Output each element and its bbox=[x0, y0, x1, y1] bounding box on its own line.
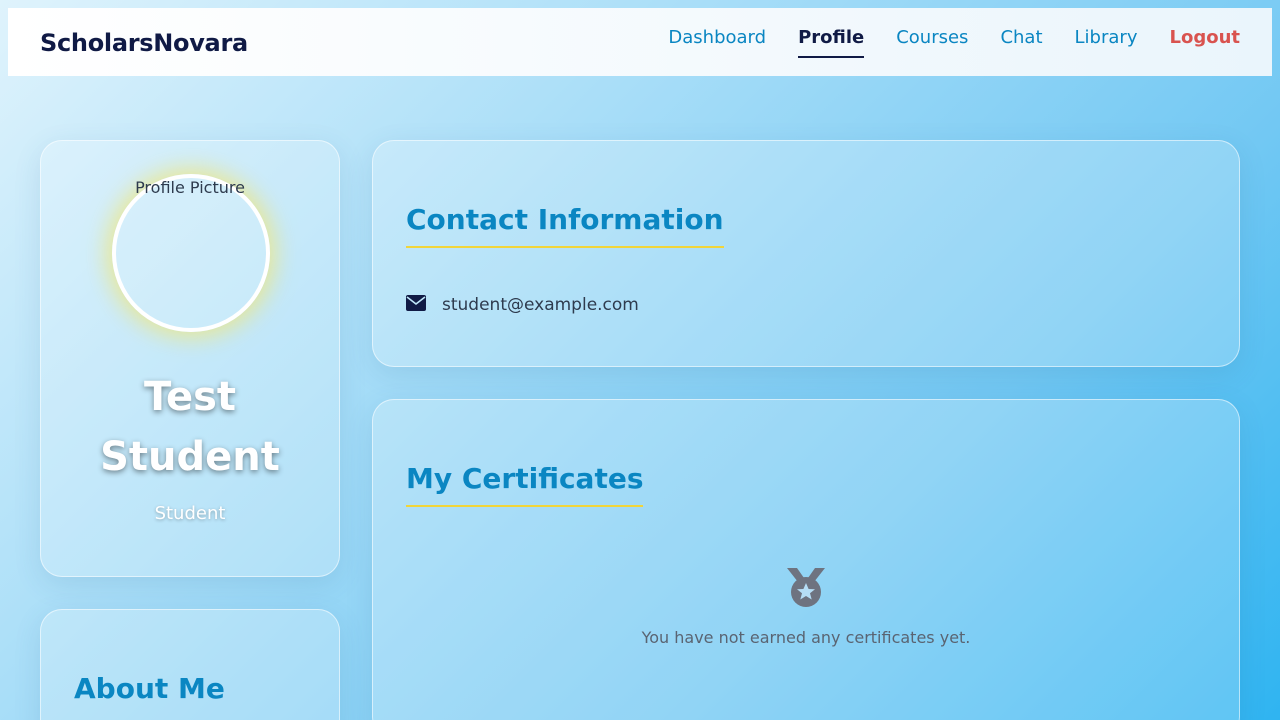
brand-logo[interactable]: ScholarsNovara bbox=[40, 29, 248, 57]
main-nav: Dashboard Profile Courses Chat Library L… bbox=[668, 27, 1240, 58]
certificates-empty-message: You have not earned any certificates yet… bbox=[641, 628, 971, 647]
avatar-alt-text: Profile Picture bbox=[135, 178, 245, 197]
certificates-empty-state: You have not earned any certificates yet… bbox=[373, 566, 1239, 647]
profile-name: Test Student bbox=[100, 374, 280, 480]
top-navbar: ScholarsNovara Dashboard Profile Courses… bbox=[8, 8, 1272, 76]
nav-profile[interactable]: Profile bbox=[798, 27, 865, 58]
about-title: About Me bbox=[74, 672, 225, 705]
nav-logout[interactable]: Logout bbox=[1169, 27, 1240, 52]
certificates-card: My Certificates You have not earned any … bbox=[372, 399, 1240, 720]
nav-library[interactable]: Library bbox=[1075, 27, 1138, 52]
nav-dashboard[interactable]: Dashboard bbox=[668, 27, 766, 52]
contact-email: student@example.com bbox=[442, 295, 639, 315]
about-card: About Me bbox=[40, 609, 340, 720]
nav-chat[interactable]: Chat bbox=[1000, 27, 1042, 52]
contact-title: Contact Information bbox=[406, 203, 724, 248]
contact-card: Contact Information student@example.com bbox=[372, 140, 1240, 367]
profile-role: Student bbox=[154, 503, 226, 524]
certificates-title: My Certificates bbox=[406, 462, 644, 507]
profile-card: Profile Picture Test Student Student bbox=[40, 140, 340, 577]
medal-icon bbox=[785, 566, 827, 612]
envelope-icon bbox=[406, 295, 426, 315]
contact-email-row: student@example.com bbox=[406, 295, 639, 315]
avatar bbox=[112, 174, 270, 332]
nav-courses[interactable]: Courses bbox=[896, 27, 968, 52]
